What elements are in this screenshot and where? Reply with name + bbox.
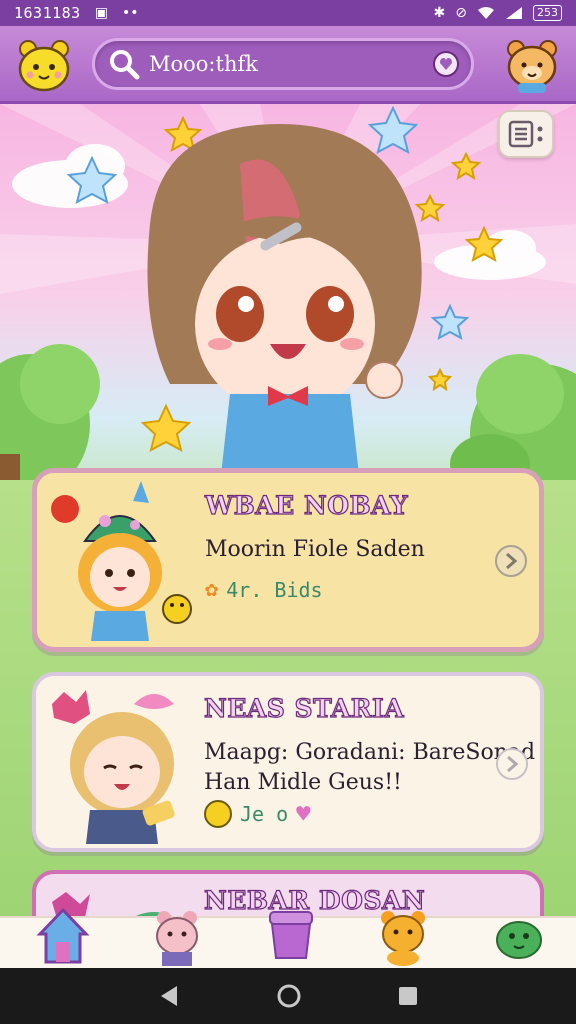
nav-pet-icon[interactable] (146, 904, 208, 966)
wifi-icon (478, 7, 494, 19)
list-menu-button[interactable] (498, 110, 554, 158)
heart-icon: ♥ (296, 800, 311, 828)
card-meta: Je o ♥ (204, 800, 311, 828)
profile-avatar-button[interactable] (14, 35, 74, 95)
card-open-button[interactable] (496, 748, 528, 780)
status-time: 1631183 (14, 4, 81, 22)
list-icon (508, 120, 543, 148)
hero-illustration (0, 104, 576, 524)
yellow-bear-icon (18, 40, 70, 92)
more-notifications-icon: •• (121, 5, 139, 21)
chevron-right-icon (507, 755, 519, 773)
signal-icon (506, 7, 522, 19)
orange-bear-icon (507, 40, 557, 93)
alarm-icon: ⊘ (455, 5, 467, 21)
card-meta-text: Je o (240, 802, 289, 826)
search-input[interactable]: Mooo:thfk (149, 52, 258, 76)
notification-icon: ▣ (94, 5, 108, 21)
card-title: NEAS STARIA (203, 693, 405, 723)
nav-frog-icon[interactable] (488, 904, 550, 966)
status-bar: 1631183 ▣ •• ✱ ⊘ 253 (0, 0, 576, 26)
nav-home-icon[interactable] (32, 904, 94, 966)
friends-avatar-button[interactable] (502, 35, 562, 95)
card-meta-text: 4r. Bids (226, 577, 323, 602)
story-card[interactable]: WBAE NOBAY Moorin Fiole Saden ✿ 4r. Bids (32, 468, 544, 652)
heart-location-icon[interactable] (431, 49, 461, 79)
back-icon[interactable] (157, 984, 181, 1008)
flower-icon: ✿ (205, 577, 219, 602)
home-icon[interactable] (276, 983, 302, 1009)
card-thumbnail-jester (51, 481, 192, 641)
recents-icon[interactable] (397, 985, 419, 1007)
nav-bag-icon[interactable] (260, 904, 322, 966)
card-meta: ✿ 4r. Bids (205, 577, 323, 602)
card-subtitle: Maapg: Goradani: BareSonad Han Midle Geu… (204, 738, 535, 798)
system-nav-bar (0, 968, 576, 1024)
story-card[interactable]: NEAS STARIA Maapg: Goradani: BareSonad H… (32, 672, 544, 852)
card-subtitle: Moorin Fiole Saden (205, 537, 425, 562)
card-open-button[interactable] (495, 545, 527, 577)
card-subtitle-line: Maapg: Goradani: BareSonad (204, 740, 536, 765)
card-thumbnail-girl (52, 690, 175, 844)
nav-bear-icon[interactable] (372, 904, 434, 966)
chevron-right-icon (506, 552, 518, 570)
smiley-icon (204, 800, 232, 828)
search-icon (110, 50, 140, 80)
card-title: WBAE NOBAY (204, 490, 409, 520)
hero-banner (0, 104, 576, 524)
bottom-nav (0, 907, 576, 968)
search-bar[interactable]: Mooo:thfk (92, 38, 474, 90)
battery-indicator: 253 (533, 5, 562, 21)
bluetooth-icon: ✱ (433, 5, 446, 21)
app-header: Mooo:thfk (0, 26, 576, 104)
card-subtitle-line: Han Midle Geus!! (204, 770, 402, 795)
